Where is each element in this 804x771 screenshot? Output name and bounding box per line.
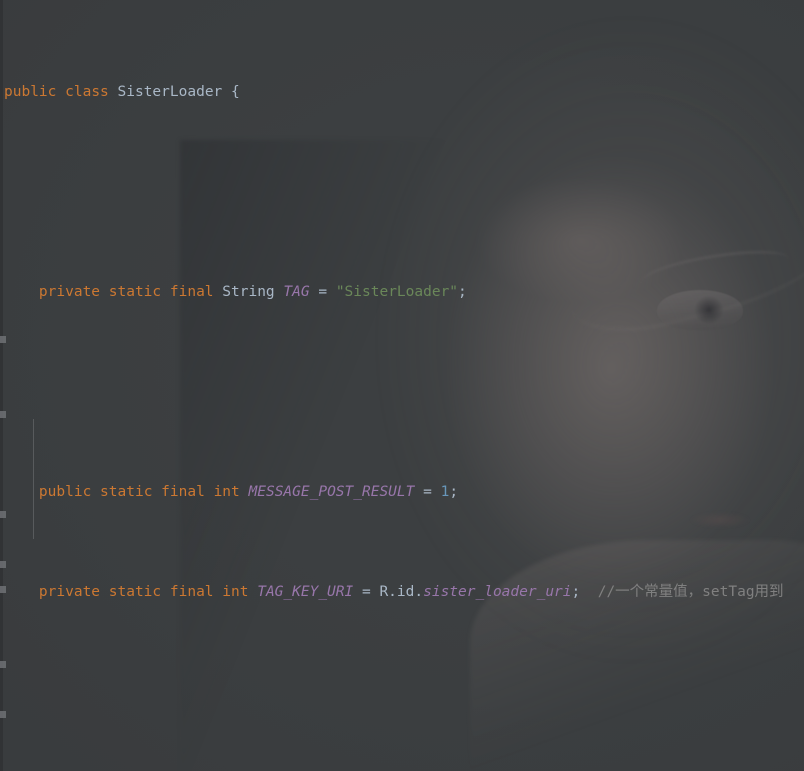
code-editor[interactable]: public class SisterLoader { private stat… (0, 0, 804, 771)
code-line[interactable] (0, 380, 804, 405)
code-line[interactable] (0, 680, 804, 705)
code-line[interactable]: public static final int MESSAGE_POST_RES… (0, 480, 804, 505)
code-line[interactable]: public class SisterLoader { (0, 80, 804, 105)
code-line[interactable]: private static final int TAG_KEY_URI = R… (0, 580, 804, 605)
code-line[interactable] (0, 180, 804, 205)
code-line[interactable]: private static final String TAG = "Siste… (0, 280, 804, 305)
code-content[interactable]: public class SisterLoader { private stat… (0, 0, 804, 771)
